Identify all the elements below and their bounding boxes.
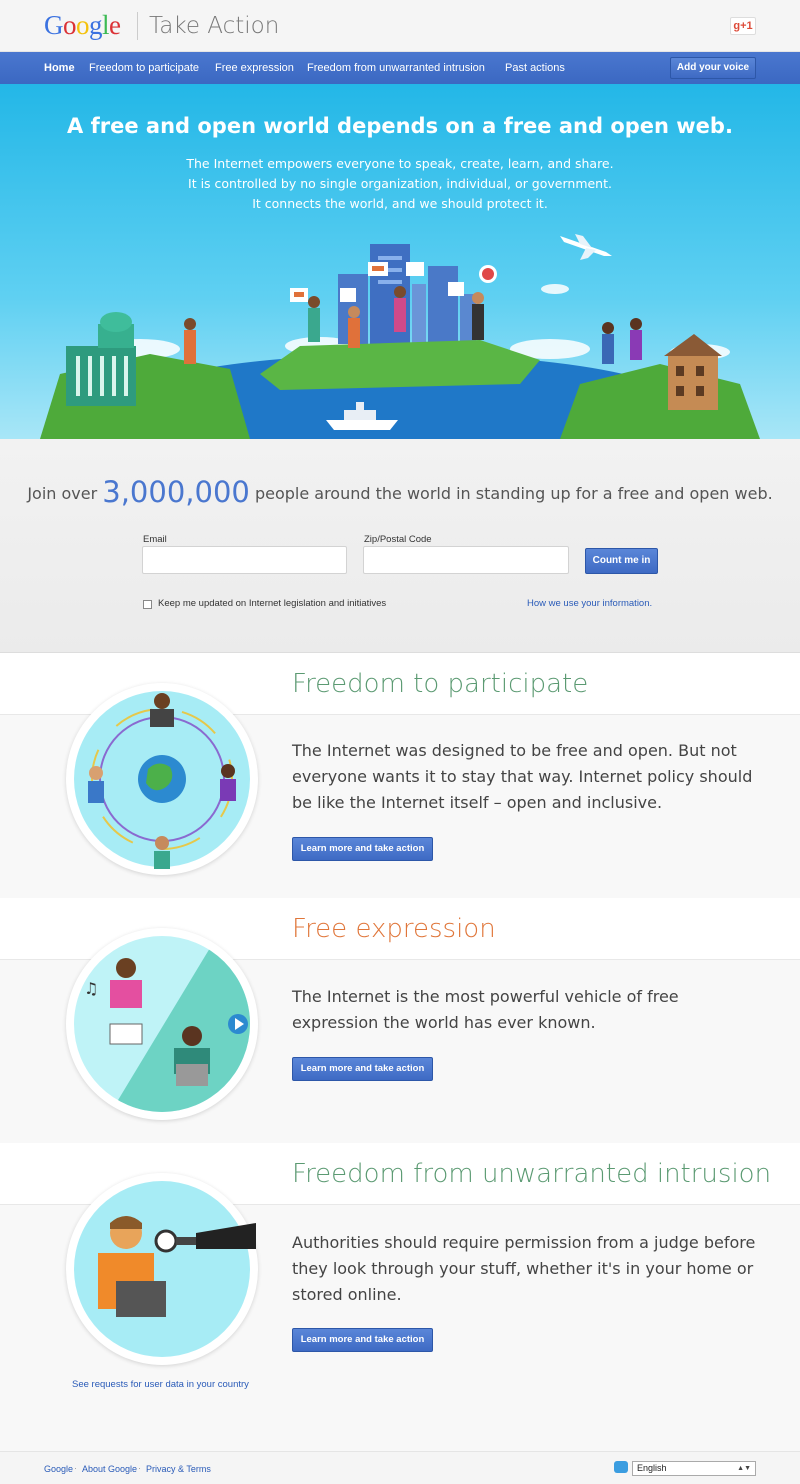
section-freedom-to-participate: Freedom to participate The Internet was … (0, 653, 800, 898)
logo-letter: l (102, 10, 110, 40)
email-field[interactable] (142, 546, 347, 574)
privacy-info-link[interactable]: How we use your information. (527, 598, 652, 609)
section-free-expression: Free expression The Internet is the most… (0, 898, 800, 1143)
expression-people-icon: ♫ (74, 936, 250, 1112)
logo-letter: e (109, 10, 121, 40)
hero-banner: A free and open world depends on a free … (0, 84, 800, 439)
google-plus-one-button[interactable]: g+1 (730, 17, 756, 35)
learn-more-button[interactable]: Learn more and take action (292, 837, 433, 861)
airplane-icon (560, 234, 612, 260)
google-logo[interactable]: Google (44, 10, 121, 41)
header-divider (137, 12, 138, 40)
top-header: Google Take Action g+1 (0, 0, 800, 52)
globe-people-icon (74, 691, 250, 869)
section-description: Authorities should require permission fr… (292, 1233, 756, 1304)
language-select-value: English (637, 1463, 667, 1473)
updates-checkbox-label: Keep me updated on Internet legislation … (158, 598, 387, 609)
add-your-voice-button[interactable]: Add your voice (670, 57, 756, 79)
supporter-count: 3,000,000 (102, 475, 250, 509)
signup-panel: Join over 3,000,000 people around the wo… (0, 439, 800, 653)
nav-item-freedom-from-intrusion[interactable]: Freedom from unwarranted intrusion (307, 62, 485, 74)
join-statement: Join over 3,000,000 people around the wo… (0, 475, 800, 509)
footer-link-google[interactable]: Google (44, 1464, 73, 1474)
footer: Google · About Google · Privacy & Terms … (0, 1451, 800, 1484)
logo-letter: g (89, 10, 103, 40)
logo-letter: o (76, 10, 90, 40)
site-title: Take Action (149, 13, 280, 39)
participation-illustration (66, 683, 258, 875)
expression-illustration: ♫ (66, 928, 258, 1120)
user-data-requests-link[interactable]: See requests for user data in your count… (72, 1379, 249, 1390)
join-suffix: people around the world in standing up f… (254, 484, 773, 503)
speech-bubble-icon (614, 1461, 628, 1473)
section-title: Freedom to participate (292, 669, 589, 699)
zip-code-field[interactable] (363, 546, 569, 574)
email-label: Email (143, 534, 167, 545)
center-island (260, 340, 540, 390)
section-description: The Internet is the most powerful vehicl… (292, 987, 679, 1032)
zip-label: Zip/Postal Code (364, 534, 432, 545)
chevron-down-icon: ▲▼ (737, 1465, 751, 1472)
section-freedom-from-intrusion: Freedom from unwarranted intrusion Autho… (0, 1143, 800, 1451)
learn-more-button[interactable]: Learn more and take action (292, 1057, 433, 1081)
footer-separator: · (74, 1463, 77, 1473)
main-nav: Home Freedom to participate Free express… (0, 52, 800, 84)
nav-item-past-actions[interactable]: Past actions (505, 62, 565, 74)
updates-checkbox[interactable] (143, 600, 152, 609)
join-prefix: Join over (27, 484, 98, 503)
nav-item-home[interactable]: Home (44, 62, 75, 74)
footer-separator: · (138, 1463, 141, 1473)
language-select[interactable]: English ▲▼ (632, 1461, 756, 1476)
logo-letter: G (44, 10, 64, 40)
learn-more-button[interactable]: Learn more and take action (292, 1328, 433, 1352)
magnifier-surveillance-icon (74, 1181, 256, 1357)
intrusion-illustration (66, 1173, 258, 1365)
footer-link-about-google[interactable]: About Google (82, 1464, 137, 1474)
capitol-building (66, 312, 136, 406)
svg-text:♫: ♫ (84, 979, 98, 998)
nav-item-free-expression[interactable]: Free expression (215, 62, 294, 74)
section-title: Freedom from unwarranted intrusion (292, 1159, 772, 1189)
nav-item-freedom-to-participate[interactable]: Freedom to participate (89, 62, 199, 74)
hero-illustration (40, 234, 760, 439)
footer-link-privacy-terms[interactable]: Privacy & Terms (146, 1464, 211, 1474)
count-me-in-button[interactable]: Count me in (585, 548, 658, 574)
logo-letter: o (63, 10, 77, 40)
section-description: The Internet was designed to be free and… (292, 741, 753, 812)
section-title: Free expression (292, 914, 496, 944)
